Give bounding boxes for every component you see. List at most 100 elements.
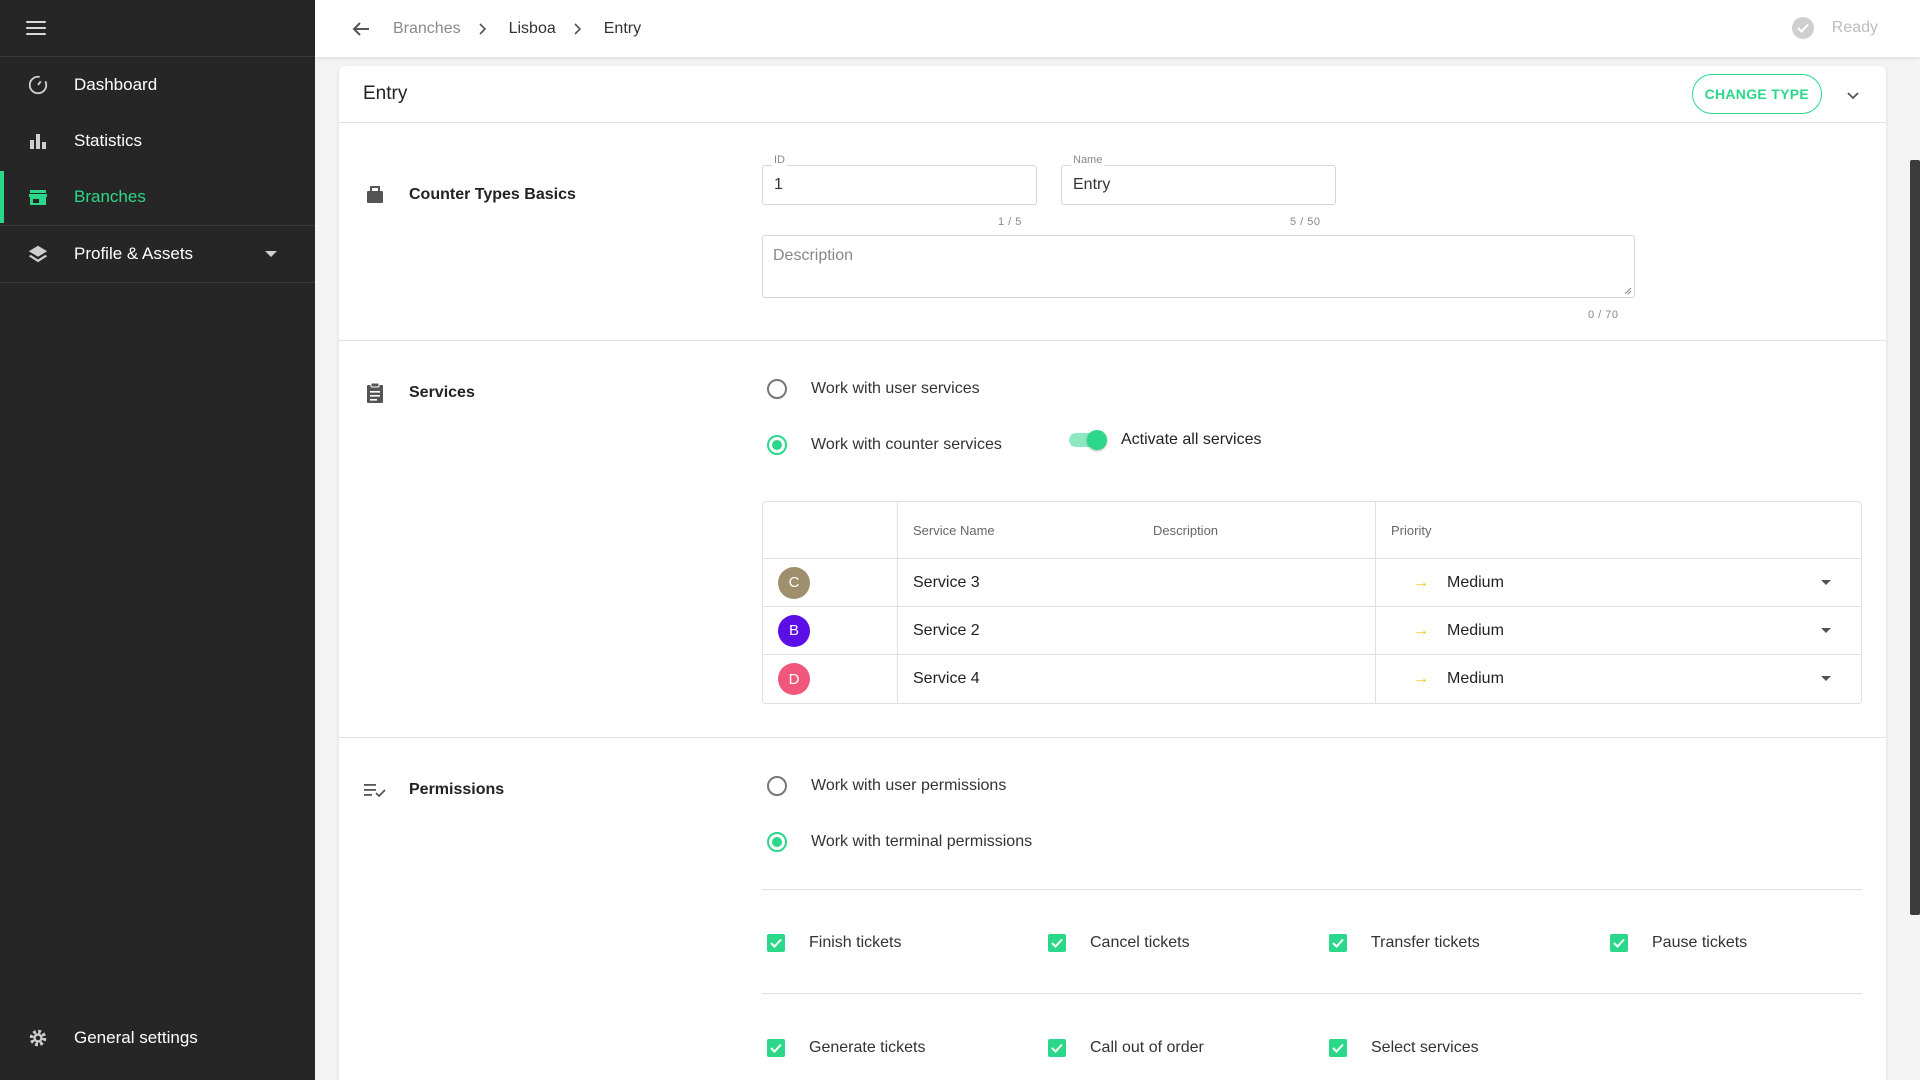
name-char-counter: 5 / 50 <box>1290 216 1321 228</box>
checkbox-checked-icon[interactable] <box>767 1039 785 1057</box>
sidebar-item-statistics[interactable]: Statistics <box>0 113 315 169</box>
name-field[interactable]: Name Entry <box>1061 154 1336 205</box>
dropdown-arrow-icon[interactable] <box>1821 628 1831 633</box>
scrollbar[interactable] <box>1910 160 1920 915</box>
id-char-counter: 1 / 5 <box>998 216 1022 228</box>
sidebar: Dashboard Statistics Branches Profile & … <box>0 0 315 1080</box>
avatar: B <box>778 614 810 647</box>
description-placeholder: Description <box>773 247 854 264</box>
radio-label: Work with user services <box>811 380 980 397</box>
description-char-counter: 0 / 70 <box>1588 309 1619 321</box>
sidebar-item-label: Dashboard <box>74 75 158 94</box>
sidebar-item-general-settings[interactable]: General settings <box>0 1010 315 1066</box>
back-arrow-icon[interactable] <box>349 17 373 41</box>
sidebar-item-profile-assets[interactable]: Profile & Assets <box>0 226 315 282</box>
counter-type-card: Entry CHANGE TYPE Counter Types Basics I… <box>339 66 1886 1080</box>
chevron-down-icon[interactable] <box>265 251 277 257</box>
permissions-section: Permissions Work with user permissions W… <box>339 738 1886 1080</box>
menu-icon[interactable] <box>26 21 46 35</box>
column-header-service-name[interactable]: Service Name <box>898 523 1153 538</box>
radio-button[interactable] <box>767 435 787 455</box>
column-header-description[interactable]: Description <box>1153 523 1375 538</box>
checkbox-checked-icon[interactable] <box>767 934 785 952</box>
basics-section: Counter Types Basics ID 1 1 / 5 Name Ent… <box>339 123 1886 341</box>
sidebar-item-branches[interactable]: Branches <box>0 169 315 225</box>
breadcrumb-lisboa[interactable]: Lisboa <box>509 20 556 38</box>
description-field[interactable]: Description <box>762 235 1635 298</box>
priority-select[interactable]: → Medium <box>1375 655 1861 703</box>
radio-button[interactable] <box>767 776 787 796</box>
priority-select[interactable]: → Medium <box>1375 559 1861 606</box>
radio-button[interactable] <box>767 379 787 399</box>
checkbox-checked-icon[interactable] <box>1048 934 1066 952</box>
status-text: Ready <box>1831 19 1878 36</box>
card-header: Entry CHANGE TYPE <box>339 66 1886 123</box>
radio-counter-services[interactable]: Work with counter services <box>767 435 1002 455</box>
service-name-cell: Service 3 <box>913 573 980 591</box>
checkbox-transfer-tickets[interactable]: Transfer tickets <box>1329 934 1480 952</box>
checkbox-label: Call out of order <box>1090 1039 1204 1056</box>
breadcrumb-entry: Entry <box>603 19 642 37</box>
checklist-icon <box>363 778 387 802</box>
section-title: Counter Types Basics <box>409 186 576 203</box>
store-icon <box>26 185 50 209</box>
table-row[interactable]: C Service 3 → Medium <box>763 559 1861 607</box>
id-label: ID <box>772 154 787 166</box>
briefcase-icon <box>363 183 387 207</box>
arrow-right-icon: → <box>1413 573 1429 591</box>
change-type-button[interactable]: CHANGE TYPE <box>1691 74 1822 114</box>
radio-button[interactable] <box>767 832 787 852</box>
services-table: Service Name Description Priority C Serv… <box>762 501 1862 704</box>
chevron-up-icon[interactable] <box>1844 86 1862 104</box>
section-title: Permissions <box>409 781 505 798</box>
radio-user-permissions[interactable]: Work with user permissions <box>767 776 1006 796</box>
layers-icon <box>26 242 50 266</box>
breadcrumb-branches[interactable]: Branches <box>393 20 461 38</box>
radio-label: Work with user permissions <box>811 777 1007 794</box>
table-header: Service Name Description Priority <box>763 502 1861 559</box>
checkbox-label: Pause tickets <box>1652 934 1748 951</box>
table-row[interactable]: D Service 4 → Medium <box>763 655 1861 703</box>
speedometer-icon <box>26 73 50 97</box>
save-status: Ready <box>1791 17 1878 39</box>
chevron-right-icon <box>479 22 489 35</box>
checkbox-checked-icon[interactable] <box>1329 1039 1347 1057</box>
checkbox-label: Generate tickets <box>809 1039 926 1056</box>
checkbox-checked-icon[interactable] <box>1048 1039 1066 1057</box>
services-section: Services Work with user services Work wi… <box>339 341 1886 738</box>
dropdown-arrow-icon[interactable] <box>1821 580 1831 585</box>
top-bar: Branches Lisboa Entry Ready <box>315 0 1920 57</box>
checkbox-cancel-tickets[interactable]: Cancel tickets <box>1048 934 1190 952</box>
priority-value: Medium <box>1447 573 1504 591</box>
column-header-priority[interactable]: Priority <box>1375 502 1861 558</box>
checkbox-label: Cancel tickets <box>1090 934 1190 951</box>
radio-user-services[interactable]: Work with user services <box>767 379 980 399</box>
clipboard-icon <box>363 381 387 405</box>
checkbox-select-services[interactable]: Select services <box>1329 1039 1479 1057</box>
sidebar-header <box>0 0 315 57</box>
activate-all-toggle[interactable]: Activate all services <box>1069 430 1262 450</box>
table-row[interactable]: B Service 2 → Medium <box>763 607 1861 655</box>
priority-select[interactable]: → Medium <box>1375 607 1861 654</box>
sidebar-item-dashboard[interactable]: Dashboard <box>0 57 315 113</box>
checkbox-call-out-of-order[interactable]: Call out of order <box>1048 1039 1204 1057</box>
toggle-switch[interactable] <box>1069 430 1107 450</box>
radio-terminal-permissions[interactable]: Work with terminal permissions <box>767 832 1032 852</box>
chevron-right-icon <box>574 22 584 35</box>
checkbox-pause-tickets[interactable]: Pause tickets <box>1610 934 1747 952</box>
resize-handle-icon[interactable] <box>1624 287 1632 295</box>
checkbox-generate-tickets[interactable]: Generate tickets <box>767 1039 926 1057</box>
name-label: Name <box>1071 154 1105 166</box>
checkbox-checked-icon[interactable] <box>1610 934 1628 952</box>
id-field[interactable]: ID 1 <box>762 154 1037 205</box>
sidebar-item-label: General settings <box>74 1028 198 1047</box>
dropdown-arrow-icon[interactable] <box>1821 676 1831 681</box>
checkbox-checked-icon[interactable] <box>1329 934 1347 952</box>
radio-label: Work with terminal permissions <box>811 833 1033 850</box>
checkbox-finish-tickets[interactable]: Finish tickets <box>767 934 901 952</box>
avatar: D <box>778 663 810 695</box>
checkbox-label: Finish tickets <box>809 934 902 951</box>
priority-value: Medium <box>1447 621 1504 639</box>
bar-chart-icon <box>26 129 50 153</box>
check-circle-icon <box>1791 17 1814 39</box>
